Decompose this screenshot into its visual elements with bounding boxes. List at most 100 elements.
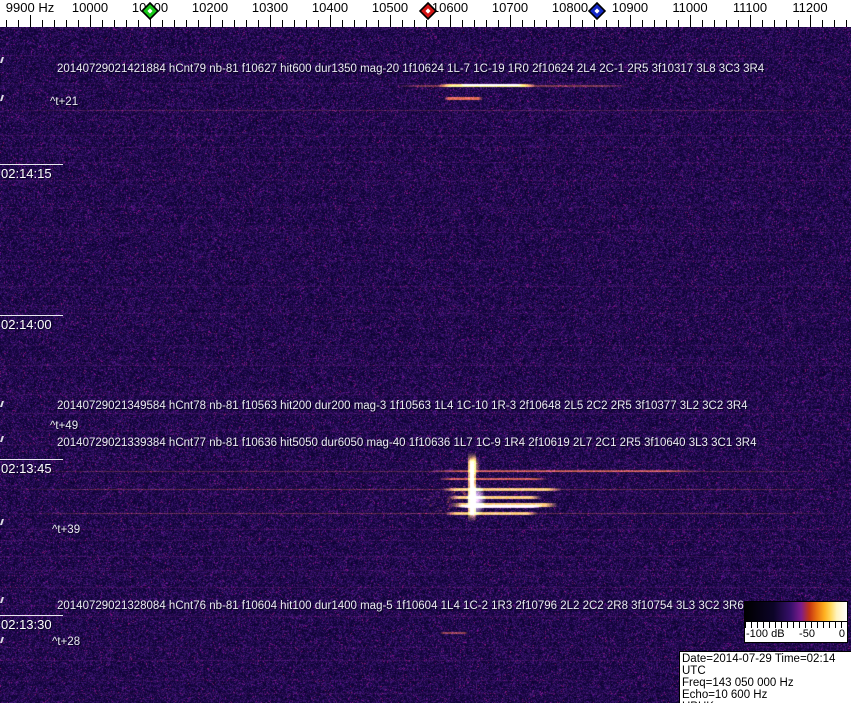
ruler-minor-tick xyxy=(714,20,715,27)
scale-labels: -100 dB -50 0 xyxy=(745,628,847,642)
time-label: 02:13:45 xyxy=(1,461,52,476)
ruler-minor-tick xyxy=(342,20,343,27)
ruler-major-tick xyxy=(810,15,811,27)
ruler-minor-tick xyxy=(534,20,535,27)
frequency-ruler: 9900 Hz100001010010200103001040010500106… xyxy=(0,0,851,27)
ruler-minor-tick xyxy=(414,20,415,27)
ruler-major-tick xyxy=(30,15,31,27)
ruler-minor-tick xyxy=(558,20,559,27)
ruler-minor-tick xyxy=(246,20,247,27)
ruler-minor-tick xyxy=(162,20,163,27)
ruler-minor-tick xyxy=(834,20,835,27)
info-frequency: Freq=143 050 000 Hz xyxy=(682,677,794,689)
ruler-minor-tick xyxy=(354,20,355,27)
ruler-minor-tick xyxy=(402,20,403,27)
ruler-minor-tick xyxy=(486,20,487,27)
ruler-minor-tick xyxy=(66,20,67,27)
ruler-minor-tick xyxy=(774,20,775,27)
time-axis-tick xyxy=(0,459,63,460)
info-date-time: Date=2014-07-29 Time=02:14 UTC xyxy=(682,653,836,677)
ruler-major-tick xyxy=(750,15,751,27)
echo-detection-log-line: 20140729021421884 hCnt79 nb-81 f10627 hi… xyxy=(57,63,765,75)
ruler-minor-tick xyxy=(42,20,43,27)
ruler-minor-tick xyxy=(666,20,667,27)
ruler-minor-tick xyxy=(678,20,679,27)
time-label: 02:13:30 xyxy=(1,617,52,632)
ruler-minor-tick xyxy=(186,20,187,27)
ruler-minor-tick xyxy=(222,20,223,27)
ruler-label: 10500 xyxy=(371,0,409,15)
ruler-minor-tick xyxy=(102,20,103,27)
ruler-major-tick xyxy=(330,15,331,27)
time-axis-tick xyxy=(0,615,63,616)
echo-time-offset-label: ^t+28 xyxy=(52,636,81,648)
echo-time-offset-label: ^t+39 xyxy=(52,524,81,536)
ruler-minor-tick xyxy=(198,20,199,27)
ruler-minor-tick xyxy=(582,20,583,27)
status-info-box: Date=2014-07-29 Time=02:14 UTC Freq=143 … xyxy=(679,651,851,703)
ruler-minor-tick xyxy=(282,20,283,27)
ruler-label: 10000 xyxy=(71,0,109,15)
ruler-minor-tick xyxy=(762,20,763,27)
ruler-major-tick xyxy=(450,15,451,27)
ruler-minor-tick xyxy=(642,20,643,27)
ruler-major-tick xyxy=(270,15,271,27)
ruler-marker-blue-diamond-icon[interactable] xyxy=(587,1,607,26)
ruler-minor-tick xyxy=(114,20,115,27)
ruler-minor-tick xyxy=(618,20,619,27)
ruler-label: 11200 xyxy=(792,0,828,15)
ruler-minor-tick xyxy=(846,20,847,27)
ruler-minor-tick xyxy=(18,20,19,27)
scale-label-mid: -50 xyxy=(799,628,815,640)
scale-label-max: 0 xyxy=(838,628,845,640)
ruler-label: 10700 xyxy=(491,0,529,15)
ruler-minor-tick xyxy=(78,20,79,27)
ruler-label: 9900 Hz xyxy=(5,0,55,15)
color-gradient-bar xyxy=(745,602,847,622)
ruler-marker-green-diamond-icon[interactable] xyxy=(140,1,160,26)
ruler-minor-tick xyxy=(786,20,787,27)
meteor-spectrogram-window: 9900 Hz100001010010200103001040010500106… xyxy=(0,0,851,703)
ruler-major-tick xyxy=(630,15,631,27)
ruler-major-tick xyxy=(390,15,391,27)
scale-label-min: -100 dB xyxy=(746,628,785,640)
time-label: 02:14:15 xyxy=(1,166,52,181)
ruler-minor-tick xyxy=(438,20,439,27)
time-label: 02:14:00 xyxy=(1,317,52,332)
ruler-minor-tick xyxy=(138,20,139,27)
ruler-label: 10400 xyxy=(311,0,349,15)
ruler-major-tick xyxy=(510,15,511,27)
ruler-minor-tick xyxy=(822,20,823,27)
ruler-minor-tick xyxy=(6,20,7,27)
ruler-major-tick xyxy=(570,15,571,27)
ruler-minor-tick xyxy=(726,20,727,27)
ruler-label: 10200 xyxy=(191,0,229,15)
ruler-minor-tick xyxy=(654,20,655,27)
echo-time-offset-label: ^t+21 xyxy=(50,96,79,108)
ruler-label: 10800 xyxy=(551,0,589,15)
ruler-label: 10900 xyxy=(611,0,649,15)
ruler-marker-red-diamond-icon[interactable] xyxy=(418,1,438,26)
ruler-minor-tick xyxy=(174,20,175,27)
ruler-minor-tick xyxy=(702,20,703,27)
ruler-major-tick xyxy=(90,15,91,27)
ruler-label: 11100 xyxy=(732,0,768,15)
ruler-label: 11000 xyxy=(672,0,708,15)
ruler-minor-tick xyxy=(378,20,379,27)
ruler-major-tick xyxy=(210,15,211,27)
ruler-minor-tick xyxy=(258,20,259,27)
ruler-minor-tick xyxy=(462,20,463,27)
ruler-minor-tick xyxy=(498,20,499,27)
echo-detection-log-line: 20140729021339384 hCnt77 nb-81 f10636 hi… xyxy=(57,437,757,449)
ruler-minor-tick xyxy=(318,20,319,27)
echo-detection-log-line: 20140729021328084 hCnt76 nb-81 f10604 hi… xyxy=(57,600,744,612)
info-echo: Echo=10 600 Hz xyxy=(682,689,768,701)
ruler-minor-tick xyxy=(54,20,55,27)
ruler-minor-tick xyxy=(798,20,799,27)
echo-time-offset-label: ^t+49 xyxy=(50,420,79,432)
ruler-label: 10300 xyxy=(251,0,289,15)
time-axis-tick xyxy=(0,164,63,165)
ruler-minor-tick xyxy=(126,20,127,27)
ruler-minor-tick xyxy=(366,20,367,27)
ruler-minor-tick xyxy=(294,20,295,27)
